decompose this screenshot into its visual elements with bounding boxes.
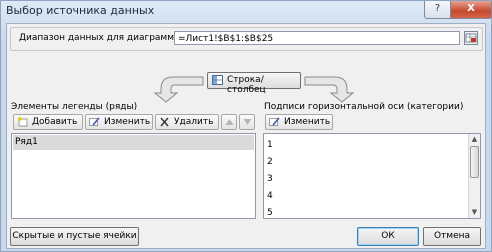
help-button[interactable]: ? <box>424 1 451 19</box>
left-curved-arrow-icon <box>153 76 204 103</box>
ok-button[interactable]: ОК <box>357 227 419 246</box>
move-down-button[interactable] <box>239 114 255 130</box>
selected-row-highlight <box>13 135 254 150</box>
arrow-up-icon <box>225 119 234 125</box>
list-item[interactable]: 5 <box>267 208 273 218</box>
legend-entries-label: Элементы легенды (ряды) <box>11 102 138 112</box>
delete-series-label: Удалить <box>174 117 214 127</box>
list-item[interactable]: Ряд1 <box>15 137 38 147</box>
list-item[interactable]: 2 <box>267 157 273 167</box>
title-bar[interactable]: Выбор источника данных ? X <box>1 1 492 23</box>
dialog-body: Диапазон данных для диаграммы: =Лист1!$B… <box>6 23 486 249</box>
close-button[interactable]: X <box>450 1 492 19</box>
delete-series-button[interactable]: Удалить <box>155 114 219 130</box>
add-series-button[interactable]: Добавить <box>13 114 83 130</box>
chart-data-range-input[interactable]: =Лист1!$B$1:$B$25 <box>174 31 460 45</box>
edit-axis-labels-button[interactable]: Изменить <box>265 114 333 130</box>
add-series-label: Добавить <box>32 117 78 127</box>
switch-row-column-icon <box>212 75 223 85</box>
list-item[interactable]: 3 <box>267 174 273 184</box>
axis-labels-label: Подписи горизонтальной оси (категории) <box>264 102 464 112</box>
delete-icon <box>160 117 169 127</box>
cancel-button[interactable]: Отмена <box>423 227 481 246</box>
chart-data-range-group: Диапазон данных для диаграммы: =Лист1!$B… <box>10 27 483 51</box>
range-select-icon <box>465 33 477 43</box>
edit-series-label: Изменить <box>104 117 151 127</box>
axis-categories-list[interactable]: 1 2 3 4 5 ▲ ▼ <box>263 133 481 219</box>
axis-list-scrollbar[interactable]: ▲ ▼ <box>468 134 480 218</box>
switch-row-column-button[interactable]: Строка/столбец <box>207 72 301 95</box>
edit-axis-labels-label: Изменить <box>284 117 331 127</box>
scroll-up-icon[interactable]: ▲ <box>469 134 480 145</box>
right-curved-arrow-icon <box>304 76 355 103</box>
chart-data-range-label: Диапазон данных для диаграммы: <box>19 33 185 43</box>
add-icon <box>18 117 28 127</box>
legend-series-list[interactable]: Ряд1 <box>11 133 256 219</box>
scroll-thumb[interactable] <box>470 146 479 178</box>
switch-row-column-label: Строка/столбец <box>227 75 266 95</box>
hidden-empty-cells-button[interactable]: Скрытые и пустые ячейки <box>10 227 139 246</box>
scroll-down-icon[interactable]: ▼ <box>469 207 480 218</box>
select-data-source-dialog: Выбор источника данных ? X Диапазон данн… <box>0 0 492 252</box>
list-item[interactable]: 4 <box>267 191 273 201</box>
arrow-down-icon <box>243 119 252 125</box>
move-up-button[interactable] <box>221 114 237 130</box>
edit-series-button[interactable]: Изменить <box>85 114 153 130</box>
dialog-title: Выбор источника данных <box>6 4 155 17</box>
collapse-dialog-button[interactable] <box>464 31 478 45</box>
edit-icon <box>89 117 100 126</box>
list-item[interactable]: 1 <box>267 140 273 150</box>
edit-icon <box>269 117 280 126</box>
